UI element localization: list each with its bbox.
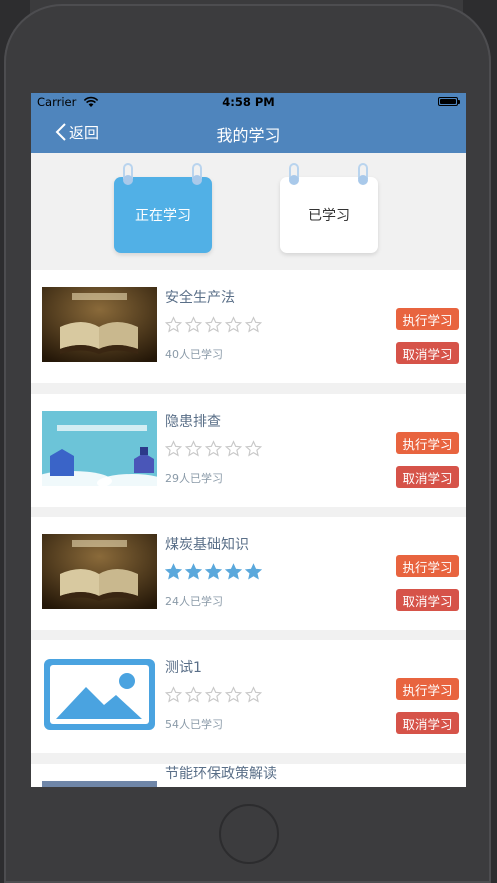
home-button[interactable] (219, 804, 279, 864)
star-empty-icon (245, 316, 262, 333)
course-title: 测试1 (165, 660, 202, 676)
star-empty-icon (165, 686, 182, 703)
star-empty-icon (205, 440, 222, 457)
course-card[interactable]: 煤炭基础知识 24人已学习 执行学习 取消学习 (31, 517, 466, 630)
binder-ring-icon (191, 163, 203, 191)
start-learning-button[interactable]: 执行学习 (396, 308, 459, 330)
course-thumbnail (42, 534, 157, 609)
campus-illustration-image (42, 411, 157, 486)
learning-tabs: 正在学习 已学习 (31, 153, 466, 269)
rating-stars (165, 563, 262, 580)
binder-ring-icon (357, 163, 369, 191)
status-bar: Carrier 4:58 PM (31, 93, 466, 111)
image-placeholder-icon (44, 659, 155, 730)
learner-count: 40人已学习 (165, 348, 223, 361)
cancel-learning-button[interactable]: 取消学习 (396, 342, 459, 364)
star-empty-icon (245, 440, 262, 457)
course-title: 隐患排查 (165, 414, 221, 430)
star-empty-icon (185, 686, 202, 703)
star-filled-icon (185, 563, 202, 580)
cancel-learning-button[interactable]: 取消学习 (396, 589, 459, 611)
battery-icon (438, 97, 460, 106)
tab-label: 已学习 (308, 208, 350, 224)
course-thumbnail (42, 287, 157, 362)
learner-count: 54人已学习 (165, 718, 223, 731)
clock: 4:58 PM (222, 95, 275, 109)
cancel-learning-button[interactable]: 取消学习 (396, 712, 459, 734)
start-learning-button[interactable]: 执行学习 (396, 555, 459, 577)
learner-count: 29人已学习 (165, 472, 223, 485)
star-empty-icon (225, 686, 242, 703)
app-screen: Carrier 4:58 PM 返回 我的学习 正在学习 已学习 安全生产法 4… (31, 93, 466, 787)
course-card[interactable]: 隐患排查 29人已学习 执行学习 取消学习 (31, 394, 466, 507)
star-empty-icon (225, 316, 242, 333)
open-book-image (42, 287, 157, 362)
rating-stars (165, 316, 262, 333)
star-empty-icon (205, 316, 222, 333)
star-filled-icon (165, 563, 182, 580)
open-book-image (42, 534, 157, 609)
course-cover-image (42, 781, 157, 787)
binder-ring-icon (288, 163, 300, 191)
course-title: 节能环保政策解读 (165, 766, 277, 782)
course-card[interactable]: 节能环保政策解读 (31, 764, 466, 787)
course-title: 安全生产法 (165, 290, 235, 306)
star-empty-icon (165, 316, 182, 333)
learner-count: 24人已学习 (165, 595, 223, 608)
course-thumbnail (42, 411, 157, 486)
star-empty-icon (205, 686, 222, 703)
course-thumbnail (42, 781, 157, 787)
start-learning-button[interactable]: 执行学习 (396, 432, 459, 454)
tab-in-progress[interactable]: 正在学习 (114, 163, 212, 253)
page-title: 我的学习 (216, 126, 281, 145)
binder-ring-icon (122, 163, 134, 191)
star-empty-icon (185, 316, 202, 333)
star-empty-icon (245, 686, 262, 703)
star-filled-icon (205, 563, 222, 580)
course-thumbnail (42, 657, 157, 732)
start-learning-button[interactable]: 执行学习 (396, 678, 459, 700)
cancel-learning-button[interactable]: 取消学习 (396, 466, 459, 488)
course-card[interactable]: 安全生产法 40人已学习 执行学习 取消学习 (31, 270, 466, 383)
course-title: 煤炭基础知识 (165, 537, 249, 553)
star-empty-icon (165, 440, 182, 457)
star-filled-icon (245, 563, 262, 580)
star-empty-icon (225, 440, 242, 457)
rating-stars (165, 686, 262, 703)
star-empty-icon (185, 440, 202, 457)
course-card[interactable]: 测试1 54人已学习 执行学习 取消学习 (31, 640, 466, 753)
tab-completed[interactable]: 已学习 (280, 163, 378, 253)
tab-label: 正在学习 (135, 208, 191, 224)
star-filled-icon (225, 563, 242, 580)
nav-bar: 返回 我的学习 (31, 111, 466, 153)
rating-stars (165, 440, 262, 457)
